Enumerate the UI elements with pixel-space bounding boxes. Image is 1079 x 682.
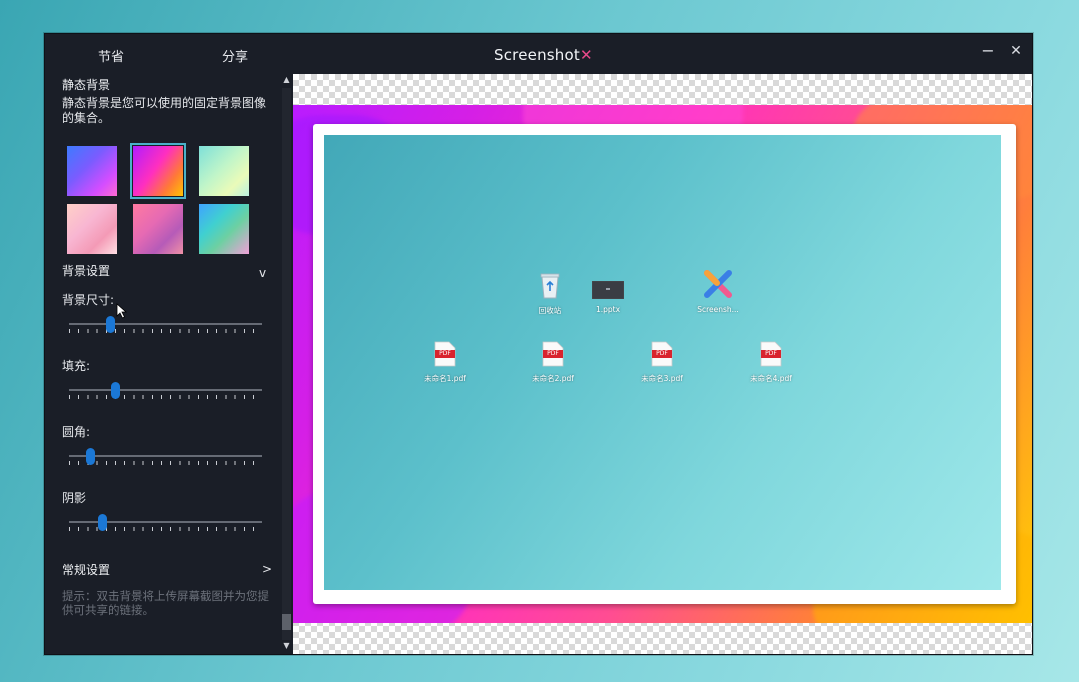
bg-settings-title: 背景设置 (62, 264, 111, 278)
desktop-icon-label: 未命名2.pdf (532, 374, 574, 383)
pptx-thumbnail-icon (591, 280, 625, 300)
pdf-badge: PDF (765, 350, 777, 357)
tip-text: 提示：双击背景将上传屏幕截图并为您提供可共享的链接。 (62, 589, 269, 617)
pdf-file-icon: PDF (542, 341, 564, 367)
screenshotx-logo-icon (704, 270, 732, 298)
thumb-bg-blue-rainbow[interactable] (199, 204, 249, 254)
static-bg-title: 静态背景 (62, 78, 111, 92)
desktop-icon-screenshotx: Screensh... (688, 269, 748, 314)
slider-knob[interactable] (98, 514, 108, 531)
thumb-bg-magenta-orange[interactable] (130, 143, 186, 199)
screenshot-frame: 回收站 1.pptx Screensh... PDF 未命名1.pdf PDF … (313, 124, 1016, 604)
slider-track (69, 389, 262, 391)
mouse-cursor-icon (116, 303, 128, 319)
pdf-badge: PDF (547, 350, 559, 357)
slider-knob[interactable] (111, 382, 121, 399)
sidebar-scrollbar[interactable]: ▲ ▼ (281, 74, 292, 654)
static-bg-description: 静态背景是您可以使用的固定背景图像的集合。 (62, 96, 267, 125)
slider-track (69, 455, 262, 457)
desktop-icon-label: 未命名3.pdf (641, 374, 683, 383)
app-title-text: Screenshot (494, 46, 580, 64)
thumb-bg-mint-green[interactable] (199, 146, 249, 196)
tab-save[interactable]: 节省 (98, 46, 124, 65)
desktop-icon-pptx: 1.pptx (578, 280, 638, 314)
bg-size-label: 背景尺寸: (62, 293, 115, 307)
pdf-file-icon: PDF (651, 341, 673, 367)
recycle-bin-icon (540, 273, 560, 299)
screenshot-desktop: 回收站 1.pptx Screensh... PDF 未命名1.pdf PDF … (324, 135, 1001, 590)
scroll-rail[interactable] (282, 88, 291, 640)
app-logo-x: ✕ (579, 46, 593, 64)
settings-sidebar: 静态背景 静态背景是您可以使用的固定背景图像的集合。 背景设置 v 背景尺寸: … (45, 74, 281, 654)
shadow-label: 阴影 (62, 491, 87, 505)
slider-ticks (69, 395, 262, 399)
desktop-icon-pdf-1: PDF 未命名1.pdf (415, 341, 475, 384)
thumb-bg-rose-purple[interactable] (133, 204, 183, 254)
pdf-file-icon: PDF (434, 341, 456, 367)
slider-knob[interactable] (85, 448, 95, 465)
slider-ticks (69, 329, 262, 333)
scroll-up-icon[interactable]: ▲ (281, 74, 292, 86)
pdf-badge: PDF (439, 350, 451, 357)
gradient-background: 回收站 1.pptx Screensh... PDF 未命名1.pdf PDF … (293, 105, 1032, 623)
desktop-icon-recycle-bin: 回收站 (520, 271, 580, 316)
desktop-icon-pdf-4: PDF 未命名4.pdf (741, 341, 801, 384)
pdf-badge: PDF (656, 350, 668, 357)
desktop-icon-label: 1.pptx (595, 305, 621, 314)
desktop-icon-pdf-3: PDF 未命名3.pdf (632, 341, 692, 384)
bg-settings-chevron-icon[interactable]: v (259, 266, 266, 280)
padding-slider[interactable] (69, 381, 262, 405)
scroll-down-icon[interactable]: ▼ (281, 640, 292, 652)
general-settings-title[interactable]: 常规设置 (62, 561, 110, 578)
slider-knob[interactable] (105, 316, 115, 333)
desktop-icon-label: 未命名1.pdf (424, 374, 466, 383)
bg-size-slider[interactable] (69, 315, 262, 339)
scroll-grip[interactable] (282, 614, 291, 630)
preview-canvas: 回收站 1.pptx Screensh... PDF 未命名1.pdf PDF … (293, 74, 1032, 654)
general-settings-chevron-icon[interactable]: > (262, 562, 272, 576)
desktop-icon-pdf-2: PDF 未命名2.pdf (523, 341, 583, 384)
corner-radius-label: 圆角: (62, 425, 91, 439)
desktop-icon-label: Screensh... (697, 305, 739, 314)
desktop-icon-label: 未命名4.pdf (750, 374, 792, 383)
tab-share[interactable]: 分享 (222, 46, 248, 65)
slider-ticks (69, 461, 262, 465)
background-thumbnails (67, 143, 253, 256)
desktop-icon-label: 回收站 (538, 306, 562, 315)
corner-radius-slider[interactable] (69, 447, 262, 471)
thumb-bg-blue-purple[interactable] (67, 146, 117, 196)
thumb-bg-pastel-pink[interactable] (67, 204, 117, 254)
app-title: Screenshot✕ (494, 46, 593, 64)
padding-label: 填充: (62, 359, 91, 373)
minimize-button[interactable]: − (979, 42, 997, 60)
pdf-file-icon: PDF (760, 341, 782, 367)
screenshotx-window: 节省 分享 Screenshot✕ − ✕ 静态背景 静态背景是您可以使用的固定… (44, 33, 1033, 655)
title-bar: 节省 分享 Screenshot✕ − ✕ (45, 34, 1032, 74)
shadow-slider[interactable] (69, 513, 262, 537)
slider-track (69, 323, 262, 325)
close-button[interactable]: ✕ (1007, 42, 1025, 60)
